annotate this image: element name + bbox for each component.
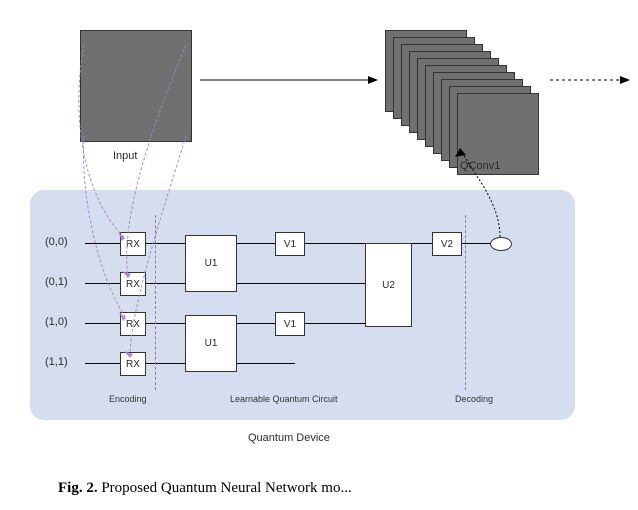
decoding-to-stack-arrow <box>0 0 638 260</box>
caption-text: Proposed Quantum Neural Network mo... <box>98 480 352 496</box>
caption-prefix: Fig. 2. <box>58 480 98 496</box>
figure-caption: Fig. 2. Proposed Quantum Neural Network … <box>58 480 352 497</box>
quantum-device-title: Quantum Device <box>248 432 330 444</box>
